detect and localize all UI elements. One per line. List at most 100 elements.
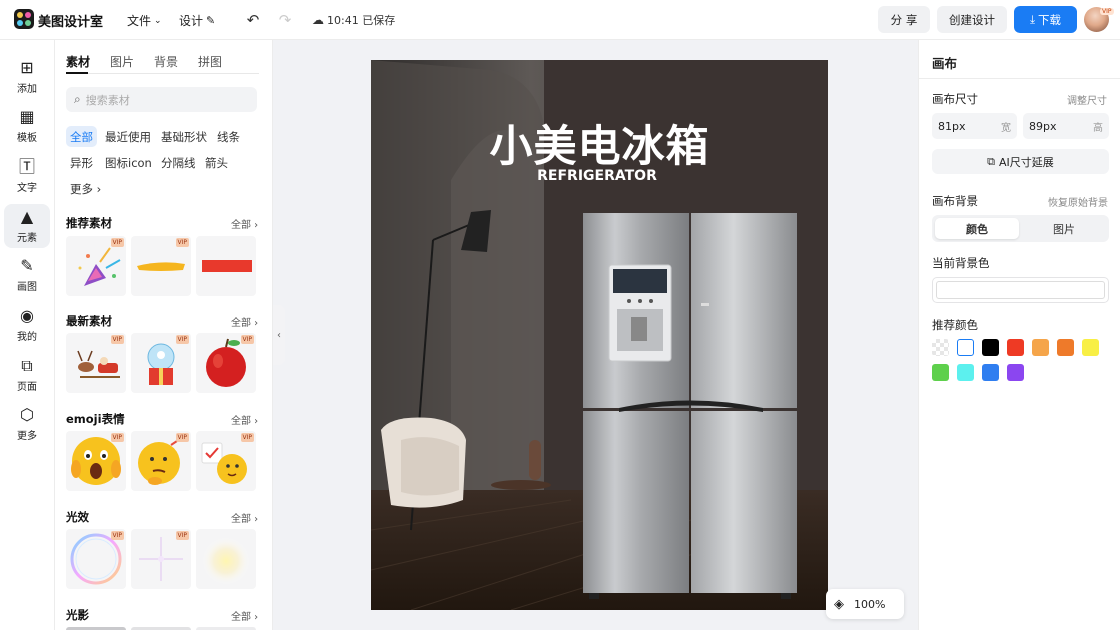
seg-image[interactable]: 图片 xyxy=(1022,218,1106,239)
element-icon: ▲ xyxy=(20,207,34,226)
nav-element[interactable]: ▲ 元素 xyxy=(4,204,50,248)
chip-basic-shapes[interactable]: 基础形状 xyxy=(157,126,211,147)
current-bg-color[interactable] xyxy=(932,277,1109,303)
color-swatch[interactable] xyxy=(1007,364,1024,381)
app-logo-icon[interactable] xyxy=(14,9,34,29)
color-swatch[interactable] xyxy=(982,339,999,356)
color-swatch[interactable] xyxy=(982,364,999,381)
tab-image[interactable]: 图片 xyxy=(110,53,134,70)
left-nav: ⊞ 添加 ▦ 模板 🅃 文字 ▲ 元素 ✎ 画图 ◉ 我的 ⧉ 页面 ⬡ 更多 xyxy=(0,40,55,630)
chip-irregular[interactable]: 异形 xyxy=(66,152,97,173)
nav-add[interactable]: ⊞ 添加 xyxy=(4,55,50,99)
search-placeholder: 搜索素材 xyxy=(85,93,130,107)
zoom-level[interactable]: 100% xyxy=(854,598,885,611)
color-swatch[interactable] xyxy=(1057,339,1074,356)
material-thumb[interactable] xyxy=(196,529,256,589)
color-swatch[interactable] xyxy=(957,364,974,381)
section-all-label: 全部 xyxy=(231,318,251,329)
vip-badge: VIP xyxy=(175,531,189,540)
section-all-link[interactable]: 全部 › xyxy=(231,608,258,623)
edit-icon: ✎ xyxy=(206,14,216,27)
bg-type-toggle: 颜色 图片 xyxy=(932,215,1109,242)
material-thumb[interactable]: VIP xyxy=(66,431,126,491)
undo-icon[interactable]: ↶ xyxy=(244,11,262,29)
material-thumb[interactable]: VIP xyxy=(66,333,126,393)
height-field[interactable]: 89px 高 xyxy=(1023,113,1109,139)
download-icon: ⤓ xyxy=(1029,12,1036,26)
chip-icons[interactable]: 图标icon xyxy=(101,152,156,173)
chip-dividers[interactable]: 分隔线 xyxy=(157,152,200,173)
zoom-control[interactable]: ◈ 100% xyxy=(826,589,904,619)
material-thumb[interactable]: VIP xyxy=(196,431,256,491)
collapse-panel-button[interactable]: ‹ xyxy=(273,305,285,365)
material-thumb[interactable] xyxy=(196,236,256,296)
width-field[interactable]: 81px 宽 xyxy=(932,113,1017,139)
current-bg-swatch xyxy=(936,281,1105,299)
nav-label: 我的 xyxy=(17,332,37,343)
poster-title[interactable]: 小美电冰箱 xyxy=(371,112,828,174)
download-label: 下载 xyxy=(1038,12,1062,27)
restore-bg-link[interactable]: 恢复原始背景 xyxy=(1048,194,1108,209)
section-all-link[interactable]: 全部 › xyxy=(231,314,258,329)
nav-template[interactable]: ▦ 模板 xyxy=(4,104,50,148)
properties-panel: 画布 画布尺寸 调整尺寸 81px 宽 89px 高 ⧉ AI尺寸延展 画布背景… xyxy=(918,40,1120,630)
section-all-label: 全部 xyxy=(231,612,251,623)
section-all-link[interactable]: 全部 › xyxy=(231,510,258,525)
current-bg-label: 当前背景色 xyxy=(932,256,990,270)
chip-arrows[interactable]: 箭头 xyxy=(201,152,232,173)
color-swatch[interactable] xyxy=(1082,339,1099,356)
nav-draw[interactable]: ✎ 画图 xyxy=(4,253,50,297)
chip-more[interactable]: 更多 › xyxy=(66,178,105,199)
material-thumb[interactable]: VIP xyxy=(131,333,191,393)
search-input[interactable]: ⌕ 搜索素材 xyxy=(66,87,257,112)
share-button[interactable]: 分 享 xyxy=(878,6,930,33)
poster-subtitle[interactable]: REFRIGERATOR xyxy=(371,168,823,184)
download-button[interactable]: ⤓ 下载 xyxy=(1014,6,1077,33)
adjust-size-link[interactable]: 调整尺寸 xyxy=(1067,92,1107,107)
refrigerator-image[interactable] xyxy=(583,213,797,599)
section-title: 最新素材 xyxy=(66,314,112,328)
section-all-label: 全部 xyxy=(231,220,251,231)
color-swatch[interactable] xyxy=(1032,339,1049,356)
chip-lines[interactable]: 线条 xyxy=(213,126,244,147)
nav-page[interactable]: ⧉ 页面 xyxy=(4,353,50,397)
tab-material[interactable]: 素材 xyxy=(66,53,90,70)
section-all-link[interactable]: 全部 › xyxy=(231,412,258,427)
chip-all[interactable]: 全部 xyxy=(66,126,97,147)
nav-more[interactable]: ⬡ 更多 xyxy=(4,402,50,446)
material-thumb[interactable]: VIP xyxy=(196,333,256,393)
color-swatch[interactable] xyxy=(932,339,949,356)
color-swatch[interactable] xyxy=(932,364,949,381)
template-icon: ▦ xyxy=(19,107,35,126)
section-all-link[interactable]: 全部 › xyxy=(231,216,258,231)
color-swatch[interactable] xyxy=(957,339,974,356)
seg-color[interactable]: 颜色 xyxy=(935,218,1019,239)
nav-text[interactable]: 🅃 文字 xyxy=(4,154,50,198)
material-thumb[interactable]: VIP xyxy=(66,236,126,296)
design-menu[interactable]: 设计 ✎ xyxy=(179,12,215,29)
cloud-icon: ☁ xyxy=(312,13,324,27)
poster-canvas[interactable]: 小美电冰箱 REFRIGERATOR xyxy=(371,60,828,610)
create-design-button[interactable]: 创建设计 xyxy=(937,6,1007,33)
layers-icon[interactable]: ◈ xyxy=(834,597,844,612)
section-all-label: 全部 xyxy=(231,514,251,525)
width-value: 81px xyxy=(938,119,966,133)
material-thumb[interactable]: VIP xyxy=(66,529,126,589)
chip-recent[interactable]: 最近使用 xyxy=(101,126,155,147)
color-swatch[interactable] xyxy=(1007,339,1024,356)
tab-background[interactable]: 背景 xyxy=(154,53,178,70)
app-name[interactable]: 美图设计室 xyxy=(38,11,103,30)
tab-underline xyxy=(66,72,88,74)
section-title: 光影 xyxy=(66,608,89,622)
nav-mine[interactable]: ◉ 我的 xyxy=(4,303,50,347)
design-menu-label: 设计 xyxy=(179,14,204,28)
material-thumb[interactable]: VIP xyxy=(131,236,191,296)
material-thumb[interactable]: VIP xyxy=(131,529,191,589)
ai-resize-button[interactable]: ⧉ AI尺寸延展 xyxy=(932,149,1109,174)
tab-divider xyxy=(66,73,259,74)
material-thumb[interactable]: VIP xyxy=(131,431,191,491)
panel-title: 画布 xyxy=(932,56,958,71)
redo-icon[interactable]: ↷ xyxy=(276,11,294,29)
file-menu[interactable]: 文件 ⌄ xyxy=(127,12,162,29)
tab-collage[interactable]: 拼图 xyxy=(198,53,222,70)
